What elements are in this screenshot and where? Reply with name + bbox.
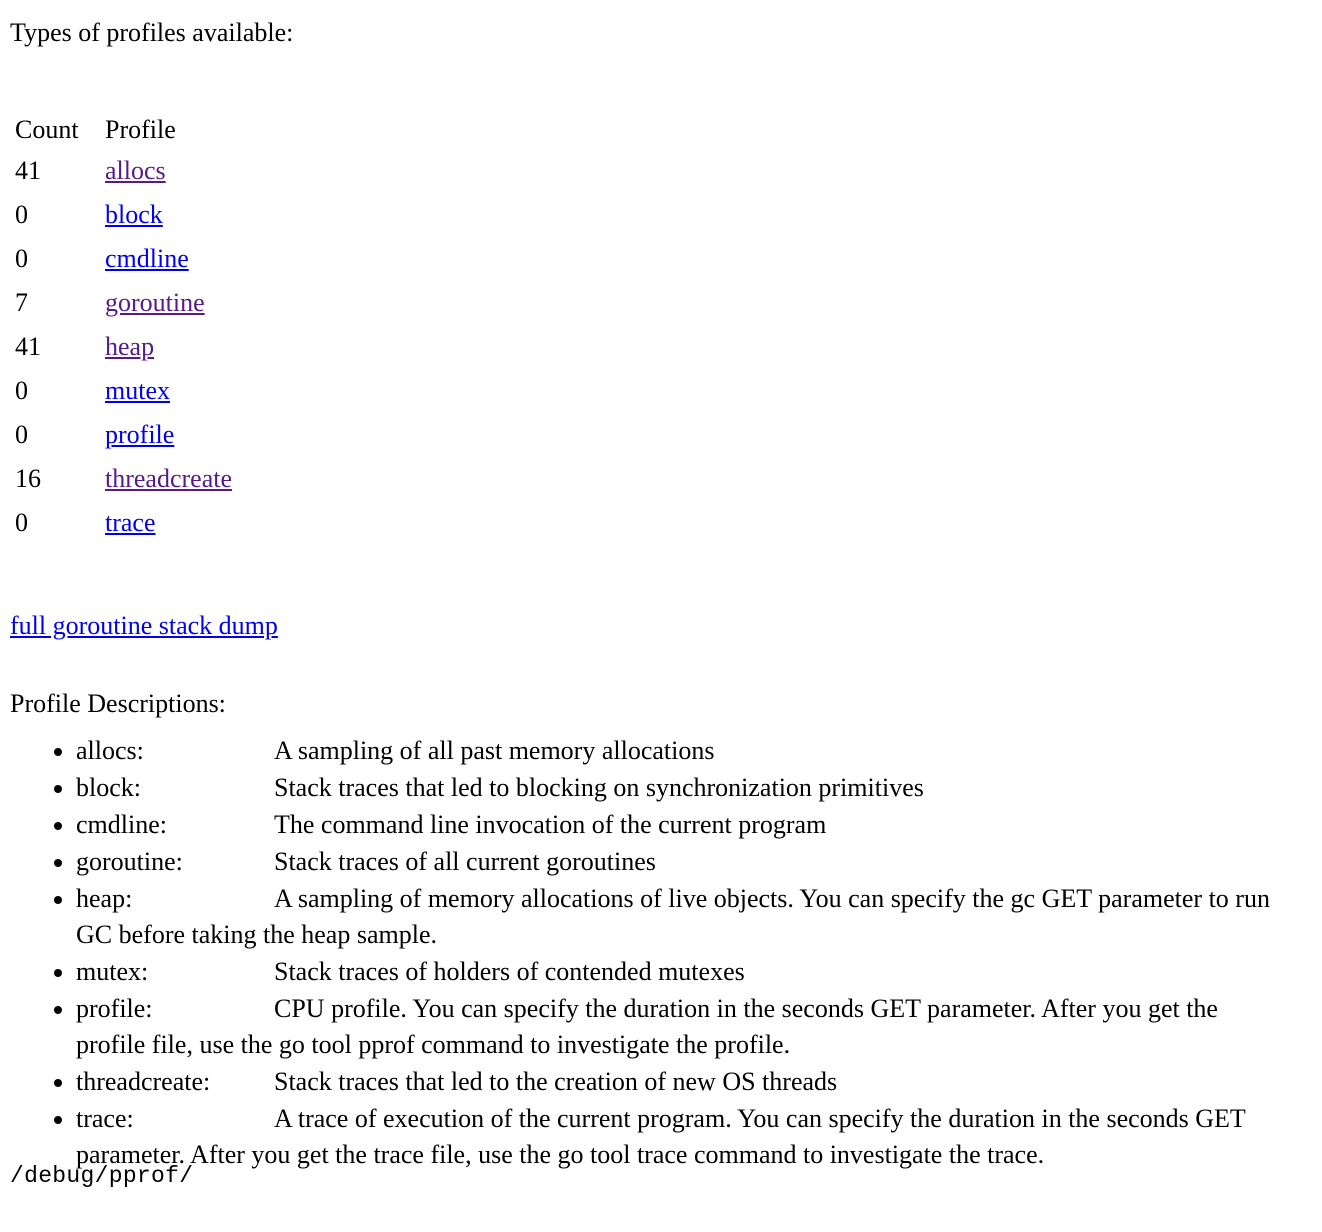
profile-link-cmdline[interactable]: cmdline [105, 244, 189, 273]
description-row: cmdline: The command line invocation of t… [76, 807, 1291, 843]
table-row: 41 heap [15, 325, 232, 369]
profile-name-cell: cmdline [105, 237, 232, 281]
list-item: cmdline: The command line invocation of t… [76, 807, 1312, 843]
profile-name-cell: block [105, 193, 232, 237]
profile-count: 41 [15, 331, 41, 361]
description-label: threadcreate: [76, 1066, 211, 1096]
description-text: The command line invocation of the curre… [274, 809, 827, 839]
profiles-table: Count Profile 41 allocs 0 block 0 cmdline 7 gor… [15, 111, 232, 545]
description-label: profile: [76, 993, 153, 1023]
profiles-table-head: Count Profile [15, 111, 232, 149]
profile-name-cell: mutex [105, 369, 232, 413]
profiles-table-body: 41 allocs 0 block 0 cmdline 7 goroutine 41 heap 0 m… [15, 149, 232, 545]
description-row: threadcreate: Stack traces that led to th… [76, 1064, 1291, 1100]
list-item: mutex: Stack traces of holders of contend… [76, 954, 1312, 990]
description-row: block: Stack traces that led to blocking … [76, 770, 1291, 806]
description-row: allocs: A sampling of all past memory all… [76, 733, 1291, 769]
description-label: cmdline: [76, 809, 167, 839]
description-label: mutex: [76, 956, 149, 986]
description-label: heap: [76, 883, 133, 913]
list-item: heap:A sampling of memory allocations of… [76, 881, 1312, 953]
list-item: allocs: A sampling of all past memory all… [76, 733, 1312, 769]
table-row: 0 block [15, 193, 232, 237]
profile-link-allocs[interactable]: allocs [105, 156, 166, 185]
description-row: profile:CPU profile. You can specify the… [76, 991, 1291, 1063]
description-row: trace:A trace of execution of the curren… [76, 1101, 1291, 1173]
description-label: trace: [76, 1103, 134, 1133]
list-item: trace:A trace of execution of the curren… [76, 1101, 1312, 1173]
profile-name-cell: heap [105, 325, 232, 369]
profile-link-threadcreate[interactable]: threadcreate [105, 464, 232, 493]
profile-descriptions-heading: Profile Descriptions: [10, 689, 226, 719]
profile-link-block[interactable]: block [105, 200, 163, 229]
profile-count: 7 [15, 287, 28, 317]
description-label: goroutine: [76, 846, 183, 876]
profile-link-trace[interactable]: trace [105, 508, 156, 537]
footer-path-text: /debug/pprof/ [10, 1163, 194, 1189]
profile-count: 0 [15, 243, 28, 273]
column-header-count: Count [15, 114, 79, 144]
table-row: 0 profile [15, 413, 232, 457]
pprof-index-page: Types of profiles available: Count Profi… [0, 0, 1322, 1173]
intro-text: Types of profiles available: [10, 18, 294, 47]
description-text: Stack traces that led to the creation of… [274, 1066, 838, 1096]
table-row: 16 threadcreate [15, 457, 232, 501]
profile-count: 0 [15, 375, 28, 405]
profile-name-cell: threadcreate [105, 457, 232, 501]
description-label: block: [76, 772, 141, 802]
table-row: 7 goroutine [15, 281, 232, 325]
description-text: A sampling of all past memory allocation… [274, 735, 715, 765]
profile-link-profile[interactable]: profile [105, 420, 174, 449]
description-row: mutex: Stack traces of holders of contend… [76, 954, 1291, 990]
profiles-pre-block: Count Profile 41 allocs 0 block 0 cmdline 7 gor… [10, 52, 1312, 605]
profile-count: 0 [15, 507, 28, 537]
table-row: 0 cmdline [15, 237, 232, 281]
list-item: block: Stack traces that led to blocking … [76, 770, 1312, 806]
profile-link-mutex[interactable]: mutex [105, 376, 170, 405]
profile-name-cell: profile [105, 413, 232, 457]
description-row: goroutine: Stack traces of all current go… [76, 844, 1291, 880]
list-item: profile:CPU profile. You can specify the… [76, 991, 1312, 1063]
description-label: allocs: [76, 735, 144, 765]
profiles-table-header-row: Count Profile [15, 111, 232, 149]
full-goroutine-stack-dump-line: full goroutine stack dump [10, 604, 1312, 648]
profile-link-goroutine[interactable]: goroutine [105, 288, 205, 317]
profile-count: 16 [15, 463, 41, 493]
profile-count: 0 [15, 199, 28, 229]
profile-name-cell: goroutine [105, 281, 232, 325]
profile-name-cell: trace [105, 501, 232, 545]
description-row: heap:A sampling of memory allocations of… [76, 881, 1291, 953]
table-row: 0 mutex [15, 369, 232, 413]
table-row: 41 allocs [15, 149, 232, 193]
profile-count: 41 [15, 155, 41, 185]
list-item: threadcreate: Stack traces that led to th… [76, 1064, 1312, 1100]
column-header-profile: Profile [105, 114, 176, 144]
profile-descriptions-list: allocs: A sampling of all past memory all… [10, 733, 1312, 1173]
description-text: Stack traces of holders of contended mut… [274, 956, 745, 986]
full-goroutine-stack-dump-link[interactable]: full goroutine stack dump [10, 611, 278, 640]
list-item: goroutine: Stack traces of all current go… [76, 844, 1312, 880]
description-text: Stack traces that led to blocking on syn… [274, 772, 924, 802]
description-text: Stack traces of all current goroutines [274, 846, 656, 876]
profile-name-cell: allocs [105, 149, 232, 193]
profile-count: 0 [15, 419, 28, 449]
table-row: 0 trace [15, 501, 232, 545]
profile-link-heap[interactable]: heap [105, 332, 154, 361]
